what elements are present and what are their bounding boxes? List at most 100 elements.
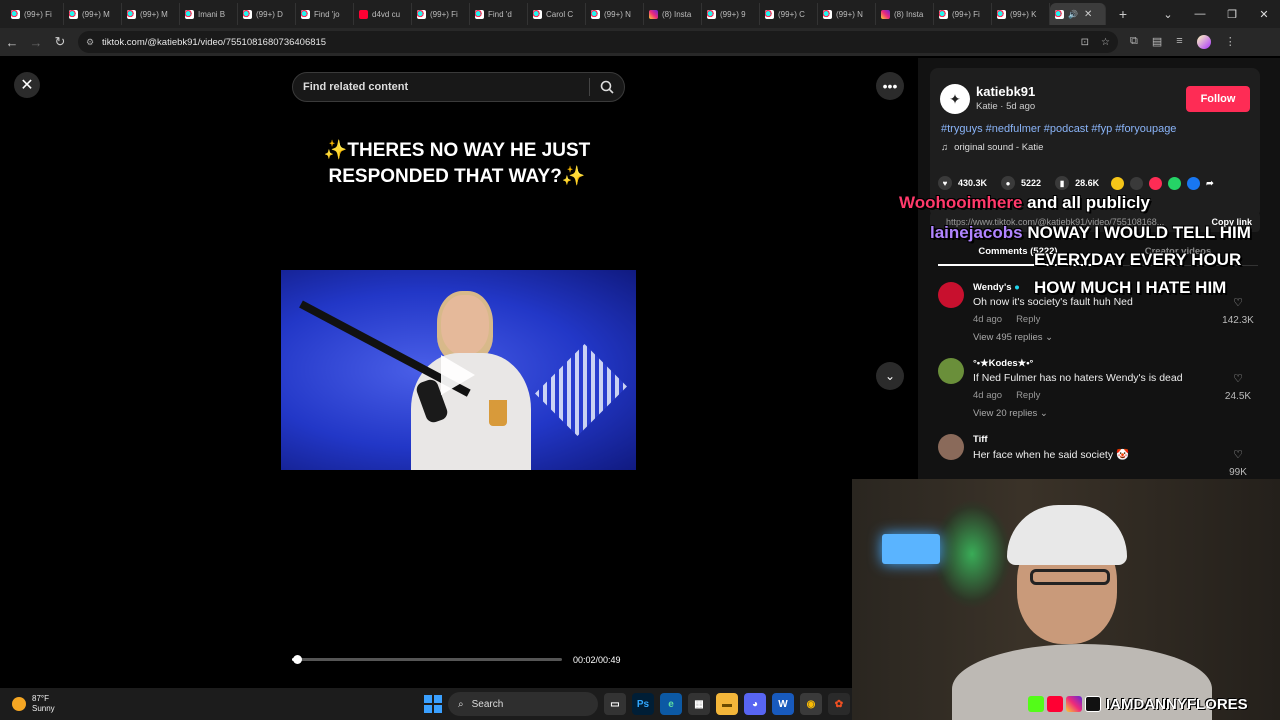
minimize-icon[interactable]: — [1184,0,1216,28]
taskbar: 87°F Sunny ⌕ Search ▭ Ps e ▦ ▬ ◕ W ◉ ✿ [0,688,852,720]
whatsapp-icon[interactable] [1168,176,1182,190]
more-options-button[interactable]: ••• [876,72,904,100]
share-arrow-icon[interactable]: ➦ [1206,178,1214,189]
browser-tab[interactable]: (99+) Fi [934,3,992,25]
close-window-icon[interactable]: ✕ [1248,0,1280,28]
back-button[interactable]: ← [0,30,24,54]
play-icon[interactable] [441,355,475,395]
browser-tab[interactable]: (99+) Fi [412,3,470,25]
reload-button[interactable]: ↻ [48,30,72,54]
taskbar-search[interactable]: ⌕ Search [448,692,598,716]
word-icon[interactable]: W [772,693,794,715]
weather-condition: Sunny [32,704,55,713]
tab-label: Find 'jo [314,9,340,19]
coin-icon[interactable] [1111,176,1125,190]
browser-tab[interactable]: (99+) D [238,3,296,25]
browser-tab[interactable]: (99+) M [64,3,122,25]
browser-tab[interactable]: Carol C [528,3,586,25]
tiktok-icon [591,9,600,19]
comment-meta: 4d ago Reply [973,390,1041,401]
browser-tab[interactable]: Find 'jo [296,3,354,25]
photoshop-icon[interactable]: Ps [632,693,654,715]
tab-label: (99+) D [256,9,283,19]
file-explorer-icon[interactable]: ▭ [604,693,626,715]
embed-icon[interactable] [1130,176,1144,190]
restore-icon[interactable]: ❐ [1216,0,1248,28]
browser-tab[interactable]: d4vd cu [354,3,412,25]
weather-widget[interactable]: 87°F Sunny [0,694,55,714]
comment-author[interactable]: °•★Kodes★•° [973,358,1033,369]
browser-tab[interactable]: (99+) C [760,3,818,25]
browser-tab[interactable]: (99+) N [586,3,644,25]
sound-row[interactable]: ♫ original sound - Katie [941,142,1043,153]
edge-icon[interactable]: e [660,693,682,715]
next-video-button[interactable]: ⌄ [876,362,904,390]
browser-tab[interactable]: (99+) N [818,3,876,25]
engagement-stats: ♥ 430.3K ● 5222 ▮ 28.6K ➦ [938,176,1214,190]
browser-tab[interactable]: (99+) 9 [702,3,760,25]
avatar[interactable] [938,434,964,460]
comment-icon[interactable]: ● [1001,176,1016,190]
bookmark-star-icon[interactable]: ☆ [1101,37,1110,48]
progress-bar[interactable] [292,655,562,664]
avatar[interactable] [938,282,964,308]
discord-icon[interactable]: ◕ [744,693,766,715]
sidebar-icon[interactable]: ▤ [1152,35,1162,49]
browser-tab[interactable]: Imani B [180,3,238,25]
browser-tab[interactable]: (8) Insta [876,3,934,25]
browser-tab[interactable]: (99+) M [122,3,180,25]
close-video-button[interactable]: ✕ [14,72,40,98]
comment-author[interactable]: Wendy's ● [973,282,1020,293]
heart-icon[interactable]: ♥ [938,176,952,190]
author-username[interactable]: katiebk91 [976,84,1035,99]
tab-label: (99+) M [140,9,168,19]
chrome-icon[interactable]: ◉ [800,693,822,715]
timecode: 00:02/00:49 [573,655,621,665]
browser-tab[interactable]: (99+) K [992,3,1050,25]
send-icon[interactable] [1149,176,1163,190]
comment-like[interactable]: ♡ 24.5K [1218,372,1258,402]
install-icon[interactable]: ⊡ [1081,37,1089,48]
browser-tab[interactable]: (8) Insta [644,3,702,25]
tab-label: Find 'd [488,9,512,19]
facebook-icon[interactable] [1187,176,1201,190]
hashtags[interactable]: #tryguys #nedfulmer #podcast #fyp #foryo… [941,123,1176,135]
comment-author[interactable]: Tiff [973,434,988,445]
extensions-icon[interactable]: ⧉ [1130,35,1138,49]
store-icon[interactable]: ▦ [688,693,710,715]
tab-search-icon[interactable]: ⌄ [1152,0,1184,28]
search-icon[interactable] [590,80,624,94]
browser-tab[interactable]: Find 'd [470,3,528,25]
follow-button[interactable]: Follow [1186,86,1250,112]
tab-active[interactable]: 🔊 ✕ [1050,3,1106,25]
comment-like[interactable]: ♡ 142.3K [1218,296,1258,326]
bookmark-icon[interactable]: ▮ [1055,176,1070,190]
view-replies-button[interactable]: View 495 replies ⌄ [973,332,1053,343]
tab-label: (99+) C [778,9,805,19]
profile-avatar[interactable] [1196,35,1211,49]
media-icon[interactable]: ≡ [1176,35,1182,49]
address-bar[interactable]: ⚙ tiktok.com/@katiebk91/video/7551081680… [78,31,1118,53]
tiktok-icon [823,9,832,19]
chat-message: and all publicly [1027,193,1150,212]
app-icon[interactable]: ✿ [828,693,850,715]
menu-icon[interactable]: ⋮ [1225,35,1236,49]
view-replies-button[interactable]: View 20 replies ⌄ [973,408,1048,419]
reply-button[interactable]: Reply [1016,314,1040,325]
close-icon[interactable]: ✕ [1084,9,1092,20]
tab-label: Imani B [198,9,226,19]
avatar[interactable]: ✦ [940,84,970,114]
forward-button[interactable]: → [24,30,48,54]
browser-tab[interactable]: (99+) Fi [6,3,64,25]
related-search-input[interactable]: Find related content [292,72,625,102]
reply-button[interactable]: Reply [1016,390,1040,401]
start-button[interactable] [424,695,442,713]
new-tab-button[interactable]: + [1112,6,1134,22]
video-frame[interactable] [281,270,636,470]
avatar[interactable] [938,358,964,384]
comment-like[interactable]: ♡ 99K [1218,448,1258,478]
tab-strip: (99+) Fi (99+) M (99+) M Imani B (99+) D Find… [0,0,1280,28]
site-info-icon[interactable]: ⚙ [86,37,96,47]
progress-handle[interactable] [293,655,303,664]
folder-icon[interactable]: ▬ [716,693,738,715]
